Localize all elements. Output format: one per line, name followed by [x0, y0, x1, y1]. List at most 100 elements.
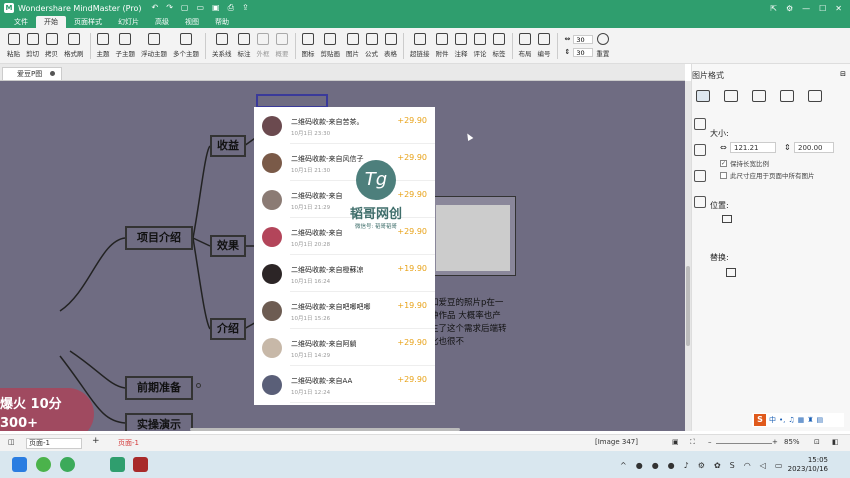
ribbon-button[interactable]: 概要	[273, 33, 292, 58]
ribbon-button[interactable]: 子主题	[113, 33, 139, 58]
ribbon-button[interactable]: 公式	[362, 33, 381, 58]
page-panel-icon[interactable]: ◫	[8, 438, 15, 446]
zoom-in-icon[interactable]: +	[772, 438, 778, 446]
menu-tab[interactable]: 开始	[36, 16, 66, 28]
minimize-button[interactable]: —	[802, 4, 810, 13]
ribbon-button[interactable]: 格式刷	[61, 33, 87, 58]
close-button[interactable]: ✕	[835, 4, 842, 13]
menu-tab[interactable]: 文件	[6, 16, 36, 28]
punctuation-icon[interactable]: •,	[779, 416, 785, 424]
menu-tab[interactable]: 高级	[147, 16, 177, 28]
battery-icon[interactable]: ▭	[775, 461, 783, 470]
outline-icon[interactable]	[694, 144, 706, 156]
pin-icon[interactable]: ⊟	[840, 70, 846, 78]
width-input[interactable]: 121.21	[730, 142, 776, 153]
ribbon-button[interactable]: 布局	[516, 33, 535, 58]
undo-icon[interactable]: ↶	[151, 3, 158, 13]
volume-icon[interactable]: ◁	[760, 461, 766, 470]
menu-icon[interactable]: ▤	[817, 416, 824, 424]
collapse-icon[interactable]	[196, 383, 201, 388]
ime-tray-icon[interactable]: S	[730, 461, 735, 470]
wechat-icon[interactable]	[36, 457, 51, 472]
zoom-fit-icon[interactable]: ⊡	[814, 438, 820, 446]
settings-icon[interactable]: ⚙	[786, 4, 793, 13]
tray-app-icon[interactable]: ●	[636, 461, 643, 470]
tray-expand-icon[interactable]: ^	[620, 461, 627, 470]
topic-node[interactable]: 实操演示	[125, 413, 193, 431]
format-icon[interactable]	[694, 118, 706, 130]
theme-icon[interactable]	[694, 170, 706, 182]
zoom-out-icon[interactable]: –	[708, 438, 712, 446]
new-icon[interactable]: ▢	[181, 3, 189, 13]
mindmaster-taskbar-icon[interactable]	[110, 457, 125, 472]
zoom-level[interactable]: 85%	[784, 438, 800, 446]
fill-icon[interactable]	[696, 90, 710, 102]
page-tab[interactable]: 页面-1	[118, 438, 139, 448]
h-spacing-input[interactable]: 30	[573, 34, 594, 44]
ribbon-button[interactable]: 图标	[299, 33, 318, 58]
selected-image-frame[interactable]	[256, 94, 328, 108]
ribbon-button[interactable]: 拷贝	[42, 33, 61, 58]
ribbon-button[interactable]: 关系线	[209, 33, 235, 58]
numbering-icon[interactable]	[808, 90, 822, 102]
windows-start-icon[interactable]	[12, 457, 27, 472]
ribbon-button[interactable]: 超链接	[407, 33, 433, 58]
mic-tray-icon[interactable]: ♪	[684, 461, 689, 470]
ribbon-button[interactable]: 多个主题	[170, 33, 202, 58]
redo-icon[interactable]: ↷	[166, 3, 173, 13]
ribbon-button[interactable]: 评论	[471, 33, 490, 58]
share-icon[interactable]: ⇱	[770, 4, 777, 13]
apply-all-checkbox[interactable]: 此尺寸应用于页面中所有图片	[720, 170, 815, 180]
ribbon-button[interactable]: 主题	[94, 33, 113, 58]
scroll-thumb[interactable]	[686, 266, 690, 346]
maximize-button[interactable]: ☐	[819, 4, 826, 13]
fullscreen-icon[interactable]: ⛶	[690, 438, 695, 447]
ribbon-button[interactable]: 图片	[343, 33, 362, 58]
browser-icon[interactable]	[60, 457, 75, 472]
ribbon-button[interactable]: 注释	[452, 33, 471, 58]
ribbon-button[interactable]: 剪切	[23, 33, 42, 58]
ribbon-button[interactable]: 表格	[381, 33, 400, 58]
ribbon-button[interactable]: 编号	[535, 33, 554, 58]
payment-list-image[interactable]: 二维码收款-来自苦茶。 10月1日 23:30 +29.90 二维码收款-来自风信子 1…	[254, 107, 435, 405]
reset-button[interactable]: 重置	[593, 33, 612, 58]
ribbon-button[interactable]: 附件	[433, 33, 452, 58]
image-card[interactable]	[430, 196, 516, 276]
panel-toggle-icon[interactable]: ◧	[832, 438, 839, 446]
height-input[interactable]: 200.00	[794, 142, 834, 153]
fit-icon[interactable]: ▣	[672, 438, 679, 446]
menu-tab[interactable]: 页面样式	[66, 16, 110, 28]
sogou-icon[interactable]: S	[754, 414, 766, 426]
open-icon[interactable]: ▭	[196, 3, 204, 13]
ribbon-button[interactable]: 浮动主题	[138, 33, 170, 58]
print-icon[interactable]: ⎙	[228, 3, 234, 13]
ribbon-button[interactable]: 粘贴	[4, 33, 23, 58]
v-spacing-input[interactable]: 30	[573, 47, 594, 57]
menu-tab[interactable]: 幻灯片	[110, 16, 147, 28]
ribbon-button[interactable]: 外框	[254, 33, 273, 58]
tray-app-icon[interactable]: ●	[652, 461, 659, 470]
wifi-icon[interactable]: ◠	[744, 461, 751, 470]
topic-node[interactable]: 项目介绍	[125, 226, 193, 250]
export-icon[interactable]: ⇪	[242, 3, 249, 13]
ribbon-button[interactable]: 剪贴画	[318, 33, 344, 58]
keyboard-icon[interactable]: ▦	[798, 416, 805, 424]
task-icon[interactable]	[694, 196, 706, 208]
structure-icon[interactable]	[752, 90, 766, 102]
horizontal-scrollbar[interactable]	[190, 428, 460, 431]
unsaved-dot-icon[interactable]	[50, 71, 56, 76]
ime-mode[interactable]: 中	[769, 415, 776, 425]
tray-app-icon[interactable]: ✿	[714, 461, 721, 470]
ribbon-button[interactable]: 标注	[235, 33, 254, 58]
subtopic-node[interactable]: 效果	[210, 235, 246, 257]
subtopic-node[interactable]: 介绍	[210, 318, 246, 340]
mic-icon[interactable]: ♫	[788, 416, 794, 424]
connector-icon[interactable]	[780, 90, 794, 102]
tray-app-icon[interactable]: ⚙	[698, 461, 705, 470]
root-topic[interactable]: 爆火 10分 300+	[0, 388, 94, 431]
clock[interactable]: 15:05 2023/10/16	[788, 456, 828, 474]
ribbon-button[interactable]: 标签	[490, 33, 509, 58]
save-icon[interactable]: ▣	[212, 3, 220, 13]
keep-ratio-checkbox[interactable]: ✓ 保持长宽比例	[720, 158, 769, 168]
document-tab[interactable]: 爱豆P图	[2, 67, 63, 80]
